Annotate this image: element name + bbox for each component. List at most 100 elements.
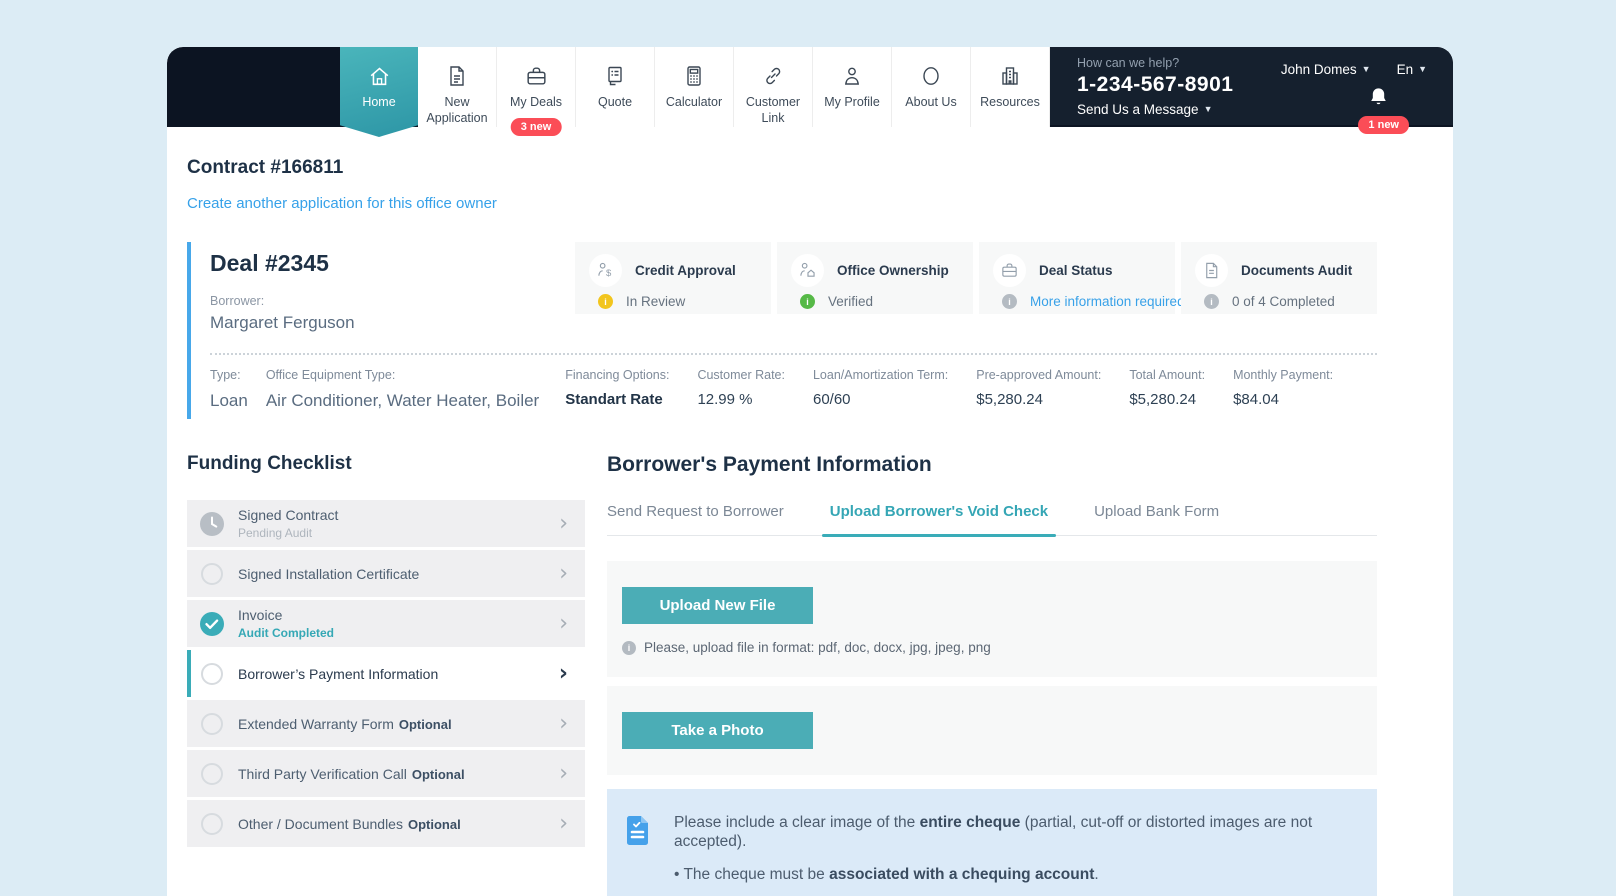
deal-details-row: Type: Loan Office Equipment Type: Air Co…: [210, 368, 1377, 411]
tab-calculator[interactable]: Calculator: [655, 47, 734, 127]
info-icon: i: [622, 640, 636, 655]
language-menu[interactable]: En ▼: [1397, 62, 1427, 77]
help-phone-number[interactable]: 1-234-567-8901: [1077, 73, 1233, 97]
create-application-link[interactable]: Create another application for this offi…: [187, 195, 497, 212]
tab-new-application[interactable]: New Application: [418, 47, 497, 127]
optional-tag: Optional: [407, 816, 461, 832]
tab-my-profile[interactable]: My Profile: [813, 47, 892, 127]
quote-list-icon: [602, 63, 628, 89]
tab-home[interactable]: Home: [340, 47, 418, 137]
checklist-item-installation-certificate[interactable]: Signed Installation Certificate ›: [187, 550, 585, 597]
checklist-item-sub: Audit Completed: [238, 626, 334, 640]
svg-text:$: $: [606, 268, 612, 279]
person-dollar-icon: $: [589, 254, 622, 287]
take-a-photo-button[interactable]: Take a Photo: [622, 712, 813, 749]
checklist-item-invoice[interactable]: Invoice Audit Completed ›: [187, 600, 585, 647]
tab-my-deals[interactable]: My Deals 3 new: [497, 47, 576, 136]
checklist-item-label: Third Party Verification Call: [238, 765, 407, 782]
user-menu[interactable]: John Domes ▼: [1281, 62, 1371, 77]
main-content: Contract #166811 Create another applicat…: [167, 127, 1453, 896]
checklist-item-third-party-verification-call[interactable]: Third Party Verification Call Optional ›: [187, 750, 585, 797]
status-chip-office-ownership: Office Ownership i Verified: [777, 242, 973, 314]
cheque-line-2: • The cheque must be associated with a c…: [674, 865, 1099, 883]
detail-value: Standart Rate: [565, 391, 663, 408]
app-window: Home New Application My Deals 3 new Quot…: [167, 47, 1453, 896]
file-format-note: Please, upload file in format: pdf, doc,…: [644, 640, 991, 655]
status-chip-title: Credit Approval: [635, 263, 736, 278]
tab-about-us[interactable]: About Us: [892, 47, 971, 127]
tab-send-request-to-borrower[interactable]: Send Request to Borrower: [607, 503, 784, 535]
detail-label: Monthly Payment:: [1233, 368, 1334, 382]
chevron-right-icon: ›: [558, 660, 568, 686]
status-chip-title: Office Ownership: [837, 263, 949, 278]
chevron-down-icon: ▼: [1361, 64, 1371, 74]
link-icon: [760, 63, 786, 89]
cheque-requirements-text: Please include a clear image of the enti…: [674, 813, 1347, 896]
payment-tabs: Send Request to Borrower Upload Borrower…: [607, 503, 1377, 537]
page-title: Contract #166811: [187, 157, 344, 178]
checklist-item-borrowers-payment-information[interactable]: Borrower’s Payment Information ›: [187, 650, 585, 697]
nav-tab-label: Quote: [597, 95, 633, 109]
help-prompt: How can we help?: [1077, 56, 1180, 70]
optional-tag: Optional: [411, 766, 465, 782]
empty-circle-icon: [199, 661, 225, 687]
nav-tab-label: My Profile: [824, 95, 880, 109]
optional-tag: Optional: [398, 716, 452, 732]
bell-icon: [1368, 86, 1389, 109]
status-chip-deal-status: Deal Status i More information required: [979, 242, 1185, 314]
status-chip-documents-audit: Documents Audit i 0 of 4 Completed: [1181, 242, 1377, 314]
checklist-item-other-document-bundles[interactable]: Other / Document Bundles Optional ›: [187, 800, 585, 847]
status-dot-yellow: i: [598, 294, 613, 309]
nav-left-spacer: [167, 47, 340, 127]
status-chips: $ Credit Approval i In Review Office Own…: [575, 242, 1377, 333]
nav-tabs-strip: New Application My Deals 3 new Quote Cal…: [418, 47, 1050, 136]
tab-customer-link[interactable]: Customer Link: [734, 47, 813, 127]
status-chip-credit-approval: $ Credit Approval i In Review: [575, 242, 771, 314]
take-photo-card: Take a Photo: [607, 686, 1377, 775]
upload-file-card: Upload New File i Please, upload file in…: [607, 561, 1377, 677]
tab-quote[interactable]: Quote: [576, 47, 655, 127]
notifications-bell[interactable]: [1368, 86, 1389, 109]
tab-resources[interactable]: Resources: [971, 47, 1050, 127]
circle-icon: [918, 63, 944, 89]
checklist-item-sub: Pending Audit: [238, 526, 313, 540]
empty-circle-icon: [199, 811, 225, 837]
send-message-menu[interactable]: Send Us a Message ▼: [1077, 102, 1233, 117]
cheque-line-1: Please include a clear image of the enti…: [674, 814, 1313, 851]
status-text: Verified: [828, 294, 874, 309]
detail-value: Loan: [210, 391, 248, 410]
building-icon: [997, 63, 1023, 89]
status-dot-gray: i: [1002, 294, 1017, 309]
chevron-right-icon: ›: [559, 810, 568, 836]
briefcase-icon: [523, 63, 549, 89]
status-link[interactable]: More information required: [1030, 294, 1185, 309]
check-circle-icon: [199, 611, 225, 637]
checklist-item-label: Invoice: [238, 607, 283, 623]
chevron-right-icon: ›: [559, 560, 568, 586]
detail-value: $84.04: [1233, 391, 1279, 408]
detail-label: Pre-approved Amount:: [976, 368, 1102, 382]
checklist-item-label: Other / Document Bundles: [238, 815, 403, 832]
tab-upload-bank-form[interactable]: Upload Bank Form: [1094, 503, 1219, 535]
my-deals-badge: 3 new: [510, 118, 562, 136]
help-contact: How can we help? 1-234-567-8901 Send Us …: [1077, 56, 1233, 125]
chevron-right-icon: ›: [559, 610, 568, 636]
detail-value: Air Conditioner, Water Heater, Boiler: [265, 391, 540, 410]
nav-tab-label: Calculator: [665, 95, 723, 109]
chevron-down-icon: ▼: [1418, 64, 1427, 74]
notifications-badge: 1 new: [1358, 116, 1409, 134]
checklist-item-extended-warranty-form[interactable]: Extended Warranty Form Optional ›: [187, 700, 585, 747]
empty-circle-icon: [199, 761, 225, 787]
clock-icon: [199, 511, 225, 537]
payment-panel: Borrower's Payment Information Send Requ…: [607, 453, 1377, 896]
cheque-requirements-box: Please include a clear image of the enti…: [607, 789, 1377, 896]
calculator-icon: [681, 63, 707, 89]
detail-label: Loan/Amortization Term:: [812, 368, 949, 382]
detail-value: $5,280.24: [1129, 391, 1197, 408]
upload-new-file-button[interactable]: Upload New File: [622, 587, 813, 624]
tab-upload-borrowers-void-check[interactable]: Upload Borrower's Void Check: [821, 503, 1057, 537]
detail-label: Total Amount:: [1129, 368, 1206, 382]
checklist-item-label: Signed Contract: [238, 507, 339, 523]
chevron-right-icon: ›: [559, 760, 568, 786]
checklist-item-signed-contract[interactable]: Signed Contract Pending Audit ›: [187, 500, 585, 547]
